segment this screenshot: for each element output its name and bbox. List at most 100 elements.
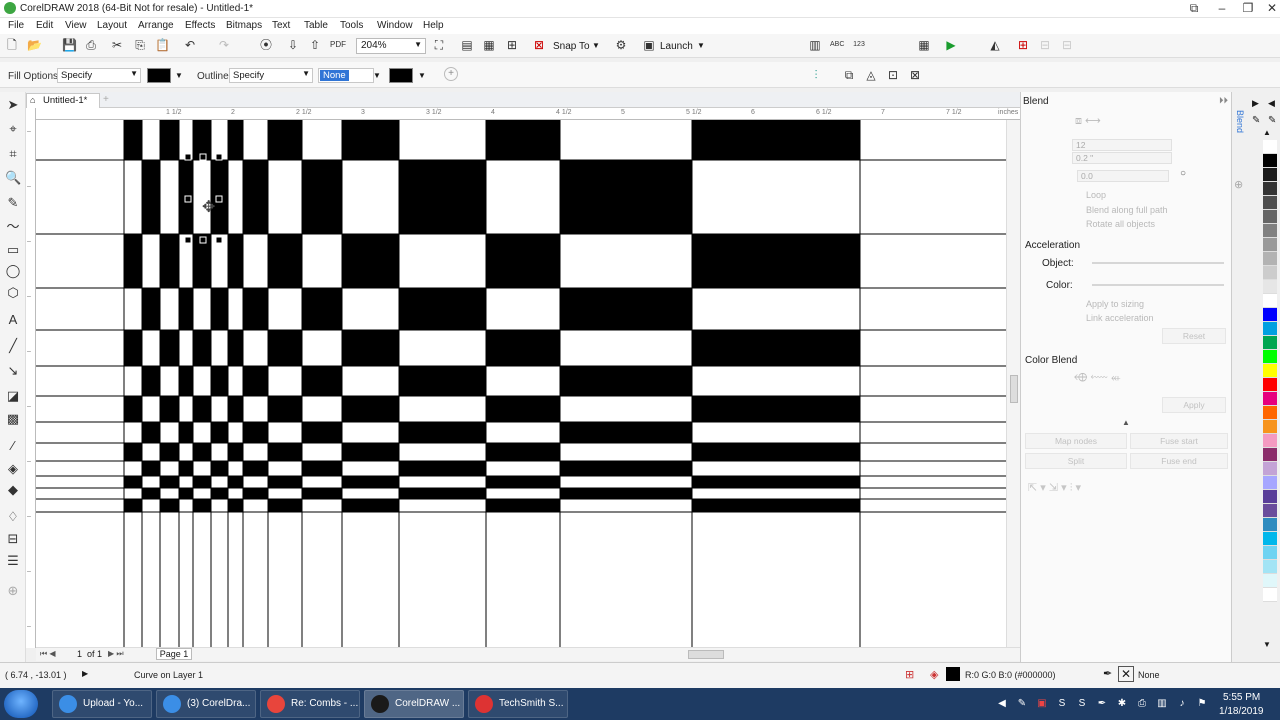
document-tab[interactable]: Untitled-1* bbox=[26, 93, 100, 108]
clock-time[interactable]: 5:55 PM bbox=[1223, 692, 1260, 703]
selection-handle[interactable] bbox=[215, 236, 223, 244]
add-docker-icon[interactable]: ⊕ bbox=[1234, 178, 1243, 191]
polygon-tool-icon[interactable]: ⬡ bbox=[5, 285, 21, 301]
selection-handle[interactable] bbox=[184, 236, 192, 244]
menu-file[interactable]: File bbox=[8, 20, 24, 31]
palette-swatch[interactable] bbox=[1263, 350, 1277, 364]
fill-options-combo[interactable]: Specify ▼ bbox=[57, 68, 141, 83]
new-icon[interactable]: 🗋 bbox=[5, 38, 19, 52]
page-nav-last-icon[interactable]: ▶ ⏭ bbox=[108, 649, 124, 659]
tray-coreldraw-icon[interactable]: ✒ bbox=[1096, 698, 1108, 710]
spell-check-icon[interactable]: ▥ bbox=[808, 38, 822, 52]
apply-sizing-checkbox[interactable]: Apply to sizing bbox=[1086, 299, 1144, 309]
palette-swatch[interactable] bbox=[1263, 392, 1277, 406]
blend-full-path-checkbox[interactable]: Blend along full path bbox=[1086, 205, 1168, 215]
docker-collapse-icon[interactable]: ⏵⏵ bbox=[1219, 95, 1228, 106]
chevron-down-icon[interactable]: ▼ bbox=[373, 71, 381, 80]
color-proof-icon[interactable]: ⊞ bbox=[905, 668, 914, 681]
palette-swatch[interactable] bbox=[1263, 196, 1277, 210]
palette-swatch[interactable] bbox=[1263, 546, 1277, 560]
tray-flag-icon[interactable]: ⚑ bbox=[1196, 698, 1208, 710]
scroll-thumb[interactable] bbox=[1010, 375, 1018, 403]
zoom-level-combo[interactable]: 204% ▼ bbox=[356, 38, 426, 54]
snap-icon[interactable]: ⊠ bbox=[532, 38, 546, 52]
import-icon[interactable]: ⇩ bbox=[286, 38, 300, 52]
shape-tool-icon[interactable]: ⌖ bbox=[5, 121, 21, 137]
numbering-icon[interactable]: 123 bbox=[852, 38, 866, 52]
rectangle-tool-icon[interactable]: ▭ bbox=[5, 242, 21, 258]
tray-network-icon[interactable]: ▥ bbox=[1156, 698, 1168, 710]
palette-swatch[interactable] bbox=[1263, 224, 1277, 238]
palette-swatch[interactable] bbox=[1263, 420, 1277, 434]
tray-skype-icon[interactable]: S bbox=[1056, 698, 1068, 710]
start-button[interactable] bbox=[4, 690, 38, 718]
page-nav-first-icon[interactable]: ⏮ ◀ bbox=[40, 649, 56, 659]
grid-icon[interactable]: ▦ bbox=[482, 38, 496, 52]
selection-handle[interactable] bbox=[215, 153, 223, 161]
artistic-media-tool-icon[interactable]: 〜 bbox=[5, 219, 21, 235]
selection-handle[interactable] bbox=[199, 236, 207, 244]
options-icon[interactable]: ⚙ bbox=[614, 38, 628, 52]
save-icon[interactable]: 💾 bbox=[62, 38, 77, 52]
align-tool-icon[interactable]: ☰ bbox=[5, 553, 21, 569]
reset-button[interactable]: Reset bbox=[1162, 328, 1226, 344]
break-blend-icon[interactable]: ⊡ bbox=[886, 68, 900, 82]
clock-date[interactable]: 1/18/2019 bbox=[1219, 706, 1264, 717]
tray-snagit-icon[interactable]: S bbox=[1076, 698, 1088, 710]
palette-swatch[interactable] bbox=[1263, 364, 1277, 378]
zoom-tool-icon[interactable]: 🔍 bbox=[5, 170, 21, 186]
selection-handle[interactable] bbox=[184, 153, 192, 161]
menu-window[interactable]: Window bbox=[377, 20, 413, 31]
vertical-ruler[interactable]: – – – – – – – – – – bbox=[26, 108, 36, 648]
palette-swatch[interactable] bbox=[1263, 140, 1277, 154]
checkerboard-drawing[interactable]: ✥ bbox=[36, 120, 1006, 647]
tray-speaker-icon[interactable]: ♪ bbox=[1176, 698, 1188, 710]
tray-app-icon[interactable]: ✎ bbox=[1016, 698, 1028, 710]
palette-swatch[interactable] bbox=[1263, 588, 1277, 602]
palette-swatch[interactable] bbox=[1263, 308, 1277, 322]
outline-width-combo[interactable]: None bbox=[318, 68, 374, 83]
pick-tool-icon[interactable]: ➤ bbox=[5, 97, 21, 113]
menu-tools[interactable]: Tools bbox=[340, 20, 363, 31]
menu-table[interactable]: Table bbox=[304, 20, 328, 31]
add-preset-icon[interactable]: + bbox=[444, 67, 458, 81]
palette-scroll-up-icon[interactable]: ▲ bbox=[1263, 128, 1271, 137]
interactive-fill-tool-icon[interactable]: ◈ bbox=[5, 461, 21, 477]
tray-bluetooth-icon[interactable]: ✱ bbox=[1116, 698, 1128, 710]
ellipse-tool-icon[interactable]: ◯ bbox=[5, 263, 21, 279]
palette-swatch[interactable] bbox=[1263, 476, 1277, 490]
add-tool-icon[interactable]: ⊕ bbox=[5, 583, 21, 599]
palette-swatch[interactable] bbox=[1263, 532, 1277, 546]
export-icon[interactable]: ⇧ bbox=[308, 38, 322, 52]
palette-swatch[interactable] bbox=[1263, 252, 1277, 266]
blend-steps-mode-icon[interactable]: ⧈ ⟷ bbox=[1075, 114, 1101, 128]
taskbar-item[interactable]: Re: Combs - ... bbox=[260, 690, 360, 718]
menu-arrange[interactable]: Arrange bbox=[138, 20, 174, 31]
full-screen-icon[interactable]: ⛶ bbox=[432, 38, 446, 52]
palette-swatch[interactable] bbox=[1263, 462, 1277, 476]
palette-edit-icon[interactable]: ✎ bbox=[1268, 115, 1276, 126]
selection-handle[interactable] bbox=[184, 195, 192, 203]
pause-icon[interactable]: ⊟ bbox=[1060, 38, 1074, 52]
stop-icon[interactable]: ⊟ bbox=[1038, 38, 1052, 52]
page-tab[interactable]: Page 1 bbox=[156, 648, 192, 660]
palette-swatch[interactable] bbox=[1263, 504, 1277, 518]
palette-swatch[interactable] bbox=[1263, 266, 1277, 280]
fuse-end-button[interactable]: Fuse end bbox=[1130, 453, 1228, 469]
palette-swatch[interactable] bbox=[1263, 378, 1277, 392]
tray-security-icon[interactable]: ▣ bbox=[1036, 698, 1048, 710]
drawing-canvas[interactable]: ✥ bbox=[36, 120, 1006, 647]
outline-none-icon[interactable]: ✕ bbox=[1118, 666, 1134, 682]
palette-swatch[interactable] bbox=[1263, 448, 1277, 462]
guidelines-icon[interactable]: ⊞ bbox=[505, 38, 519, 52]
menu-text[interactable]: Text bbox=[272, 20, 290, 31]
smart-fill-tool-icon[interactable]: ◆ bbox=[5, 482, 21, 498]
palette-swatch[interactable] bbox=[1263, 294, 1277, 308]
palette-scroll-right-icon[interactable]: ▶ bbox=[1252, 98, 1259, 109]
palette-swatch[interactable] bbox=[1263, 182, 1277, 196]
taskbar-item[interactable]: (3) CorelDra... bbox=[156, 690, 256, 718]
palette-flyout-icon[interactable]: ◀ bbox=[1268, 98, 1275, 109]
loop-checkbox[interactable]: Loop bbox=[1086, 190, 1106, 200]
palette-swatch[interactable] bbox=[1263, 336, 1277, 350]
status-arrow-icon[interactable]: ▶ bbox=[82, 669, 88, 678]
